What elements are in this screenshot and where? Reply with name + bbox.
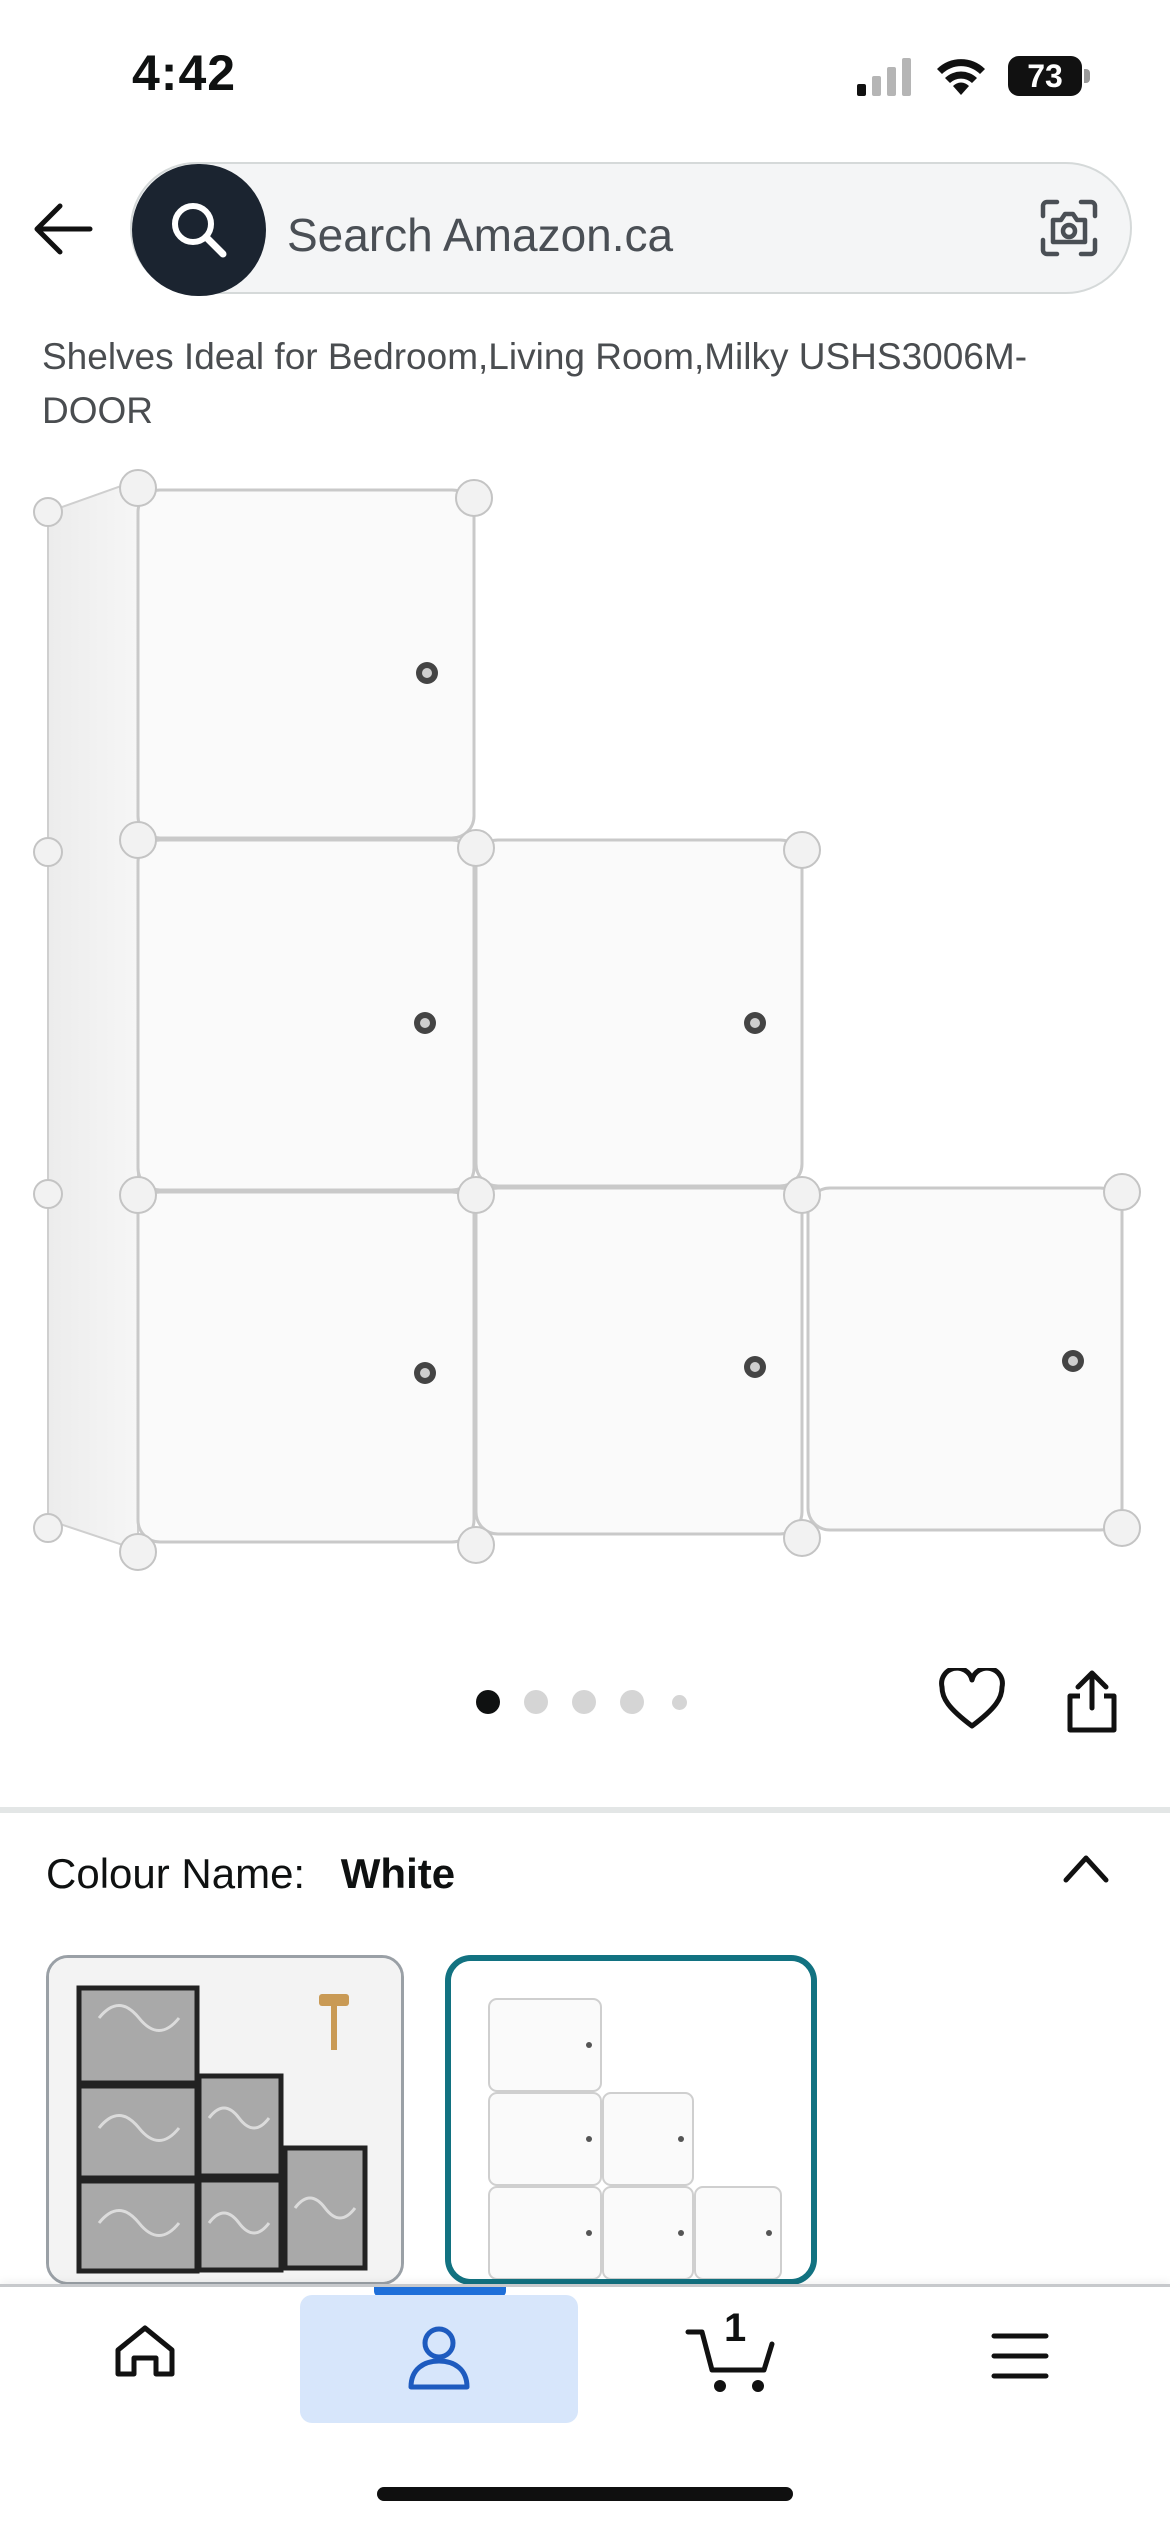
black-organizer-thumbnail	[49, 1958, 401, 2282]
search-button[interactable]	[132, 164, 266, 296]
chevron-up-icon[interactable]	[1060, 1848, 1112, 1888]
heart-icon[interactable]	[938, 1668, 1006, 1732]
section-divider	[0, 1807, 1170, 1813]
pager-dot[interactable]	[524, 1690, 548, 1714]
colour-label: Colour Name:	[46, 1850, 306, 1897]
colour-selection-header[interactable]: Colour Name: White	[46, 1850, 455, 1898]
colour-swatch-black[interactable]	[46, 1955, 404, 2285]
nav-account[interactable]	[300, 2295, 578, 2423]
pager-dot[interactable]	[672, 1695, 687, 1710]
white-organizer-thumbnail	[451, 1961, 811, 2279]
nav-cart[interactable]: 1	[660, 2292, 800, 2420]
account-icon	[408, 2326, 470, 2390]
home-icon	[115, 2325, 175, 2377]
battery-level: 73	[1027, 58, 1063, 94]
colour-swatch-white[interactable]	[445, 1955, 817, 2285]
nav-menu[interactable]	[950, 2292, 1090, 2420]
search-input[interactable]: Search Amazon.ca	[287, 208, 673, 262]
pager-dot[interactable]	[572, 1690, 596, 1714]
wifi-icon	[937, 59, 985, 95]
product-title[interactable]: Shelves Ideal for Bedroom,Living Room,Mi…	[42, 330, 1132, 438]
back-arrow-icon[interactable]	[30, 196, 96, 262]
battery-icon: 73	[1008, 56, 1090, 96]
search-icon	[172, 203, 227, 258]
colour-value: White	[340, 1850, 456, 1897]
cart-count-badge: 1	[724, 2306, 747, 2350]
share-icon[interactable]	[1064, 1668, 1120, 1734]
search-bar[interactable]: Search Amazon.ca	[130, 162, 1132, 296]
pager-dot[interactable]	[476, 1690, 500, 1714]
home-indicator[interactable]	[377, 2487, 793, 2501]
hamburger-menu-icon	[991, 2333, 1049, 2379]
product-image[interactable]	[20, 460, 1150, 1580]
camera-search-icon[interactable]	[1037, 196, 1101, 260]
status-time: 4:42	[132, 45, 237, 101]
pager-dot[interactable]	[620, 1690, 644, 1714]
cellular-signal-icon	[857, 58, 911, 96]
status-bar: 4:42 73	[0, 0, 1170, 150]
nav-home[interactable]	[70, 2292, 220, 2420]
